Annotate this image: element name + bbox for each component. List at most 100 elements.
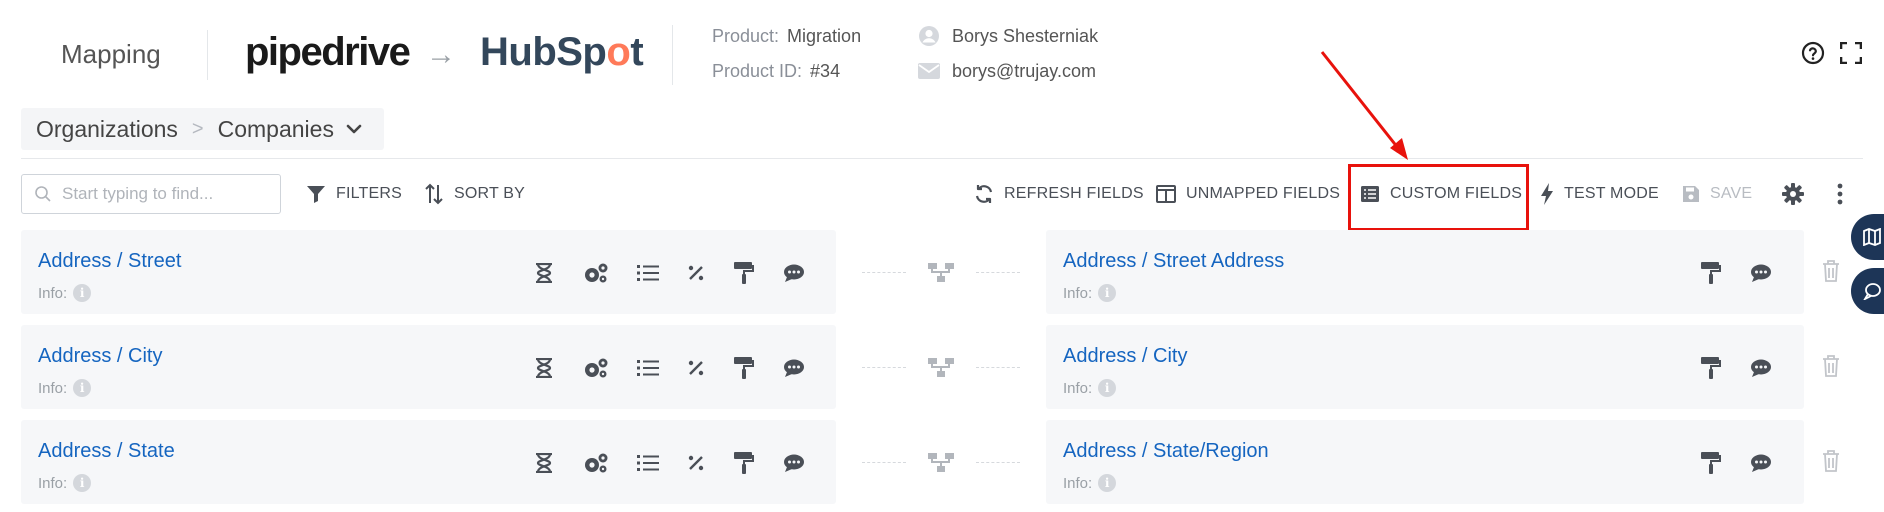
more-options-button[interactable] bbox=[1836, 181, 1854, 207]
breadcrumb-current[interactable]: Companies bbox=[218, 116, 334, 143]
list-bullets-icon[interactable] bbox=[635, 260, 661, 286]
sort-by-button[interactable]: SORT BY bbox=[424, 181, 525, 207]
unmapped-fields-label: UNMAPPED FIELDS bbox=[1186, 185, 1341, 202]
side-tab-chat[interactable] bbox=[1851, 268, 1884, 314]
user-email: borys@trujay.com bbox=[952, 60, 1096, 81]
page-title: Mapping bbox=[61, 39, 161, 69]
sitemap-icon[interactable] bbox=[928, 259, 954, 285]
comment-icon[interactable] bbox=[1748, 260, 1774, 286]
mapping-connector bbox=[976, 367, 1020, 368]
refresh-fields-button[interactable]: REFRESH FIELDS bbox=[974, 181, 1144, 207]
trash-icon[interactable] bbox=[1818, 258, 1844, 284]
refresh-icon bbox=[975, 185, 993, 203]
source-field-name[interactable]: Address / Street bbox=[38, 250, 181, 273]
hourglass-icon[interactable] bbox=[531, 355, 557, 381]
sort-by-label: SORT BY bbox=[454, 185, 526, 202]
info-icon[interactable]: i bbox=[73, 284, 92, 302]
source-info: Info: i bbox=[38, 379, 92, 397]
header-divider bbox=[207, 30, 208, 80]
hourglass-icon[interactable] bbox=[531, 450, 557, 476]
source-info: Info: i bbox=[38, 474, 92, 492]
user-name-row: Borys Shesterniak bbox=[918, 25, 1098, 47]
info-label: Info: bbox=[38, 379, 68, 397]
mail-icon bbox=[918, 60, 940, 82]
user-email-row: borys@trujay.com bbox=[918, 60, 1096, 82]
filters-label: FILTERS bbox=[336, 185, 403, 202]
mapping-connector bbox=[976, 462, 1020, 463]
paint-roller-icon[interactable] bbox=[1698, 450, 1724, 476]
sitemap-icon[interactable] bbox=[928, 449, 954, 475]
comment-icon[interactable] bbox=[1748, 355, 1774, 381]
paint-roller-icon[interactable] bbox=[1698, 355, 1724, 381]
mapping-connector bbox=[862, 367, 906, 368]
sitemap-icon[interactable] bbox=[928, 354, 954, 380]
cogs-icon[interactable] bbox=[583, 355, 609, 381]
percent-icon[interactable] bbox=[683, 260, 709, 286]
target-field-name[interactable]: Address / State/Region bbox=[1063, 440, 1269, 463]
bolt-icon bbox=[1541, 183, 1553, 205]
source-field-name[interactable]: Address / City bbox=[38, 345, 162, 368]
source-field-name[interactable]: Address / State bbox=[38, 440, 175, 463]
comment-icon[interactable] bbox=[781, 260, 807, 286]
comment-icon[interactable] bbox=[781, 355, 807, 381]
side-tab-map[interactable] bbox=[1851, 214, 1884, 260]
breadcrumb: Organizations > Companies bbox=[21, 108, 384, 150]
info-label: Info: bbox=[1063, 284, 1093, 302]
filter-icon bbox=[307, 186, 325, 203]
list-bullets-icon[interactable] bbox=[635, 355, 661, 381]
custom-fields-highlight bbox=[1348, 164, 1529, 231]
sort-icon bbox=[425, 183, 443, 205]
info-label: Info: bbox=[1063, 474, 1093, 492]
settings-button[interactable] bbox=[1782, 181, 1814, 207]
target-info: Info: i bbox=[1063, 474, 1117, 492]
paint-roller-icon[interactable] bbox=[1698, 260, 1724, 286]
test-mode-button[interactable]: TEST MODE bbox=[1540, 181, 1659, 207]
paint-roller-icon[interactable] bbox=[731, 450, 757, 476]
product-id-label: Product ID: bbox=[712, 61, 803, 81]
mapping-connector bbox=[976, 272, 1020, 273]
info-icon[interactable]: i bbox=[1098, 474, 1117, 492]
info-icon[interactable]: i bbox=[73, 379, 92, 397]
fullscreen-icon[interactable] bbox=[1838, 40, 1864, 66]
unmapped-fields-button[interactable]: UNMAPPED FIELDS bbox=[1156, 181, 1340, 207]
product-id-meta: Product ID: #34 bbox=[712, 61, 840, 82]
list-bullets-icon[interactable] bbox=[635, 450, 661, 476]
comment-icon[interactable] bbox=[1748, 450, 1774, 476]
paint-roller-icon[interactable] bbox=[731, 355, 757, 381]
chat-icon bbox=[1863, 283, 1881, 300]
info-icon[interactable]: i bbox=[73, 474, 92, 492]
filters-button[interactable]: FILTERS bbox=[306, 181, 402, 207]
product-meta: Product: Migration bbox=[712, 26, 861, 47]
comment-icon[interactable] bbox=[781, 450, 807, 476]
paint-roller-icon[interactable] bbox=[731, 260, 757, 286]
cogs-icon[interactable] bbox=[583, 260, 609, 286]
refresh-fields-label: REFRESH FIELDS bbox=[1004, 185, 1144, 202]
search-input[interactable] bbox=[62, 184, 262, 204]
target-field-name[interactable]: Address / Street Address bbox=[1063, 250, 1284, 273]
mapping-connector bbox=[862, 272, 906, 273]
question-icon[interactable] bbox=[1800, 40, 1826, 66]
info-icon[interactable]: i bbox=[1098, 284, 1117, 302]
percent-icon[interactable] bbox=[683, 450, 709, 476]
target-info: Info: i bbox=[1063, 284, 1117, 302]
target-info: Info: i bbox=[1063, 379, 1117, 397]
info-label: Info: bbox=[38, 284, 68, 302]
percent-icon[interactable] bbox=[683, 355, 709, 381]
hubspot-logo-o: o bbox=[606, 30, 631, 74]
kebab-icon bbox=[1837, 183, 1843, 205]
cogs-icon[interactable] bbox=[583, 450, 609, 476]
info-label: Info: bbox=[1063, 379, 1093, 397]
save-button[interactable]: SAVE bbox=[1682, 181, 1752, 207]
target-field-name[interactable]: Address / City bbox=[1063, 345, 1187, 368]
product-value: Migration bbox=[787, 26, 862, 46]
info-icon[interactable]: i bbox=[1098, 379, 1117, 397]
breadcrumb-parent[interactable]: Organizations bbox=[36, 116, 178, 143]
trash-icon[interactable] bbox=[1818, 448, 1844, 474]
hourglass-icon[interactable] bbox=[531, 260, 557, 286]
trash-icon[interactable] bbox=[1818, 353, 1844, 379]
chevron-down-icon[interactable] bbox=[346, 123, 362, 135]
hubspot-logo-right: t bbox=[630, 30, 644, 74]
search-box[interactable] bbox=[21, 174, 281, 214]
hubspot-logo-left: HubSp bbox=[480, 30, 607, 74]
floppy-icon bbox=[1683, 186, 1699, 202]
